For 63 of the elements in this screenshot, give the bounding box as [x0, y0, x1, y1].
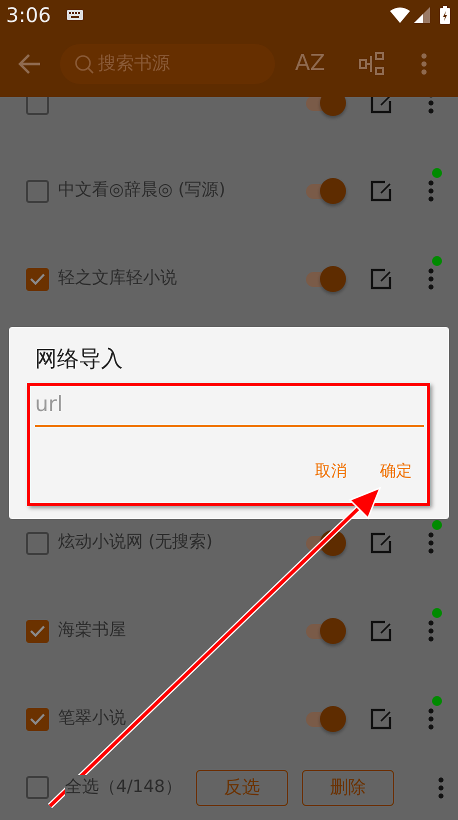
more-icon — [428, 532, 434, 554]
more-button[interactable] — [428, 180, 434, 202]
delete-button[interactable]: 删除 — [302, 770, 394, 806]
toggle-switch[interactable] — [306, 97, 348, 116]
more-icon — [428, 180, 434, 202]
checkbox[interactable] — [26, 708, 49, 730]
more-icon — [428, 268, 434, 290]
group-button[interactable] — [359, 52, 386, 76]
checkbox[interactable] — [26, 776, 49, 799]
more-icon — [438, 776, 444, 798]
source-name: 中文看◎辞晨◎ (写源) — [58, 179, 226, 202]
check-icon — [30, 713, 45, 725]
back-icon — [18, 52, 42, 74]
toggle-switch[interactable] — [306, 178, 348, 204]
more-button[interactable] — [421, 52, 428, 74]
more-button[interactable] — [428, 268, 434, 290]
battery-icon — [440, 6, 450, 24]
url-field[interactable]: url — [35, 385, 424, 426]
cancel-button[interactable]: 取消 — [315, 458, 347, 482]
source-name: 轻之文库轻小说 — [58, 267, 177, 290]
checkbox[interactable] — [26, 268, 49, 290]
source-name: 笔翠小说 — [58, 707, 126, 730]
more-button[interactable] — [428, 532, 434, 554]
invert-button[interactable]: 反选 — [196, 770, 288, 806]
toggle-switch[interactable] — [306, 530, 348, 556]
more-icon — [421, 52, 428, 74]
more-button[interactable] — [428, 620, 434, 642]
checkbox[interactable] — [26, 620, 49, 642]
checkbox[interactable] — [26, 97, 49, 114]
more-button[interactable] — [438, 776, 444, 798]
edit-button[interactable] — [370, 708, 392, 730]
dialog-title: 网络导入 — [35, 349, 124, 371]
structure-icon — [359, 52, 386, 76]
checkbox[interactable] — [26, 180, 49, 202]
more-button[interactable] — [428, 708, 434, 730]
edit-button[interactable] — [370, 268, 392, 290]
edit-button[interactable] — [370, 180, 392, 202]
more-icon — [428, 620, 434, 642]
status-time: 3:06 — [6, 2, 51, 29]
edit-button[interactable] — [370, 532, 392, 554]
sort-button[interactable]: AZ — [295, 52, 326, 74]
edit-icon — [370, 708, 392, 730]
source-name: 炫动小说网 (无搜索) — [58, 531, 213, 554]
edit-icon — [370, 97, 392, 114]
checkbox[interactable] — [26, 532, 49, 554]
signal-icon — [414, 7, 430, 23]
edit-button[interactable] — [370, 620, 392, 642]
check-icon — [30, 273, 45, 285]
edit-button[interactable] — [370, 97, 392, 114]
back-button[interactable] — [18, 52, 42, 74]
keyboard-icon — [66, 10, 83, 20]
edit-icon — [370, 620, 392, 642]
wifi-icon — [390, 7, 410, 23]
check-icon — [30, 625, 45, 637]
confirm-button[interactable]: 确定 — [380, 458, 412, 482]
toggle-switch[interactable] — [306, 706, 348, 732]
edit-icon — [370, 180, 392, 202]
more-icon — [428, 708, 434, 730]
toggle-switch[interactable] — [306, 618, 348, 644]
source-name: 海棠书屋 — [58, 619, 126, 642]
toggle-switch[interactable] — [306, 266, 348, 292]
edit-icon — [370, 532, 392, 554]
edit-icon — [370, 268, 392, 290]
